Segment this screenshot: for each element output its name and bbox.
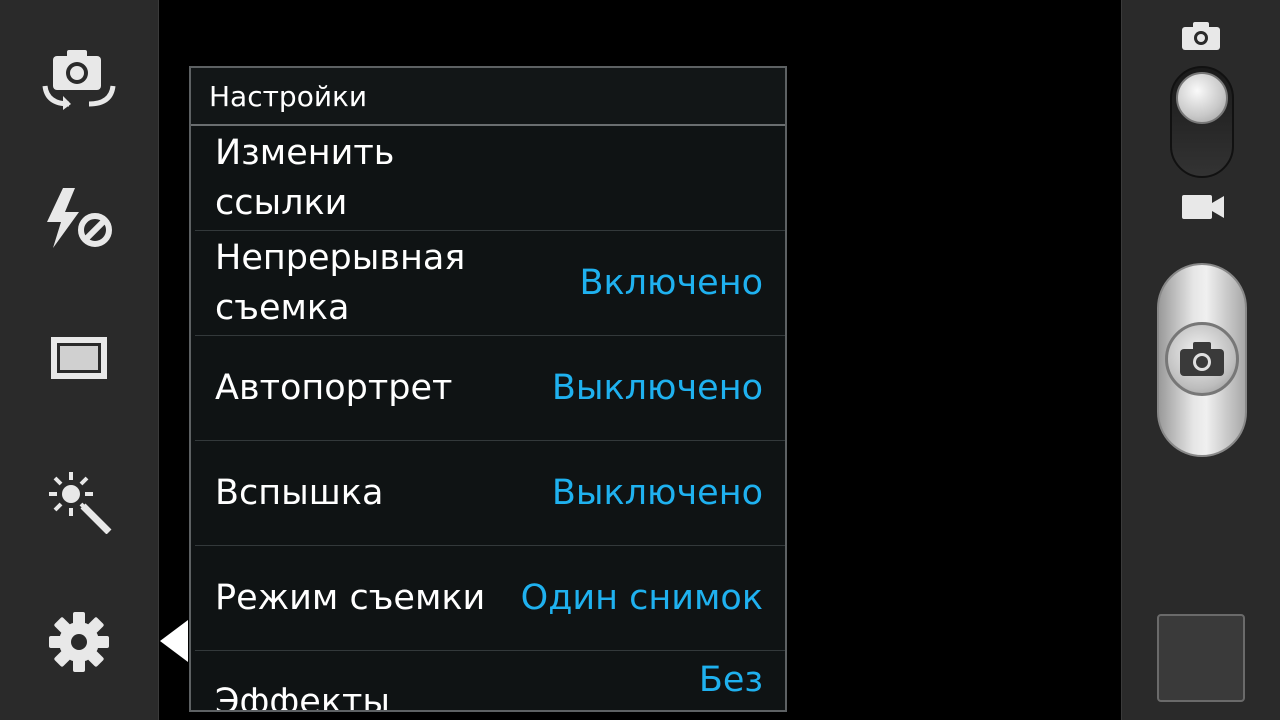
effects-button[interactable] <box>0 452 158 552</box>
setting-value: Один снимок <box>520 578 763 618</box>
setting-label: Автопортрет <box>215 368 453 408</box>
setting-shooting-mode[interactable]: Режим съемки Один снимок <box>195 546 785 651</box>
setting-value: Без <box>698 660 763 700</box>
setting-effects[interactable]: Эффекты Без <box>195 651 785 712</box>
setting-label: Непрерывная съемка <box>215 238 466 328</box>
left-toolbar <box>0 0 159 720</box>
setting-label: Эффекты <box>215 682 390 712</box>
setting-label: Режим съемки <box>215 578 486 618</box>
setting-flash[interactable]: Вспышка Выключено <box>195 441 785 546</box>
setting-value: Включено <box>579 263 764 303</box>
settings-panel: Настройки Изменить ссылки Непрерывная съ… <box>189 66 787 712</box>
shutter-camera-icon <box>1180 342 1224 376</box>
setting-value: Выключено <box>551 368 763 408</box>
switch-camera-button[interactable] <box>0 28 158 128</box>
video-mode-icon <box>1182 195 1224 219</box>
shutter-button[interactable] <box>1157 263 1247 457</box>
gallery-thumbnail[interactable] <box>1157 614 1245 702</box>
aspect-ratio-icon <box>51 337 107 379</box>
gear-icon <box>49 612 109 672</box>
setting-self-portrait[interactable]: Автопортрет Выключено <box>195 336 785 441</box>
flash-off-icon <box>47 188 112 248</box>
setting-label: Вспышка <box>215 473 384 513</box>
selected-pointer-arrow <box>160 620 188 662</box>
flash-button[interactable] <box>0 168 158 268</box>
camera-mode-icon <box>1182 22 1220 50</box>
shutter-inner <box>1165 322 1239 396</box>
setting-burst-shot[interactable]: Непрерывная съемка Включено <box>195 231 785 336</box>
mode-switch-knob[interactable] <box>1176 72 1228 124</box>
switch-camera-icon <box>42 50 116 110</box>
effects-wand-icon <box>49 472 112 534</box>
aspect-ratio-button[interactable] <box>0 308 158 408</box>
setting-edit-shortcuts[interactable]: Изменить ссылки <box>195 126 785 231</box>
setting-value: Выключено <box>551 473 763 513</box>
right-toolbar <box>1121 0 1280 720</box>
settings-button[interactable] <box>0 592 158 692</box>
setting-label: Изменить ссылки <box>215 133 395 223</box>
panel-title: Настройки <box>191 68 785 126</box>
camera-video-mode-switch[interactable] <box>1170 66 1234 178</box>
